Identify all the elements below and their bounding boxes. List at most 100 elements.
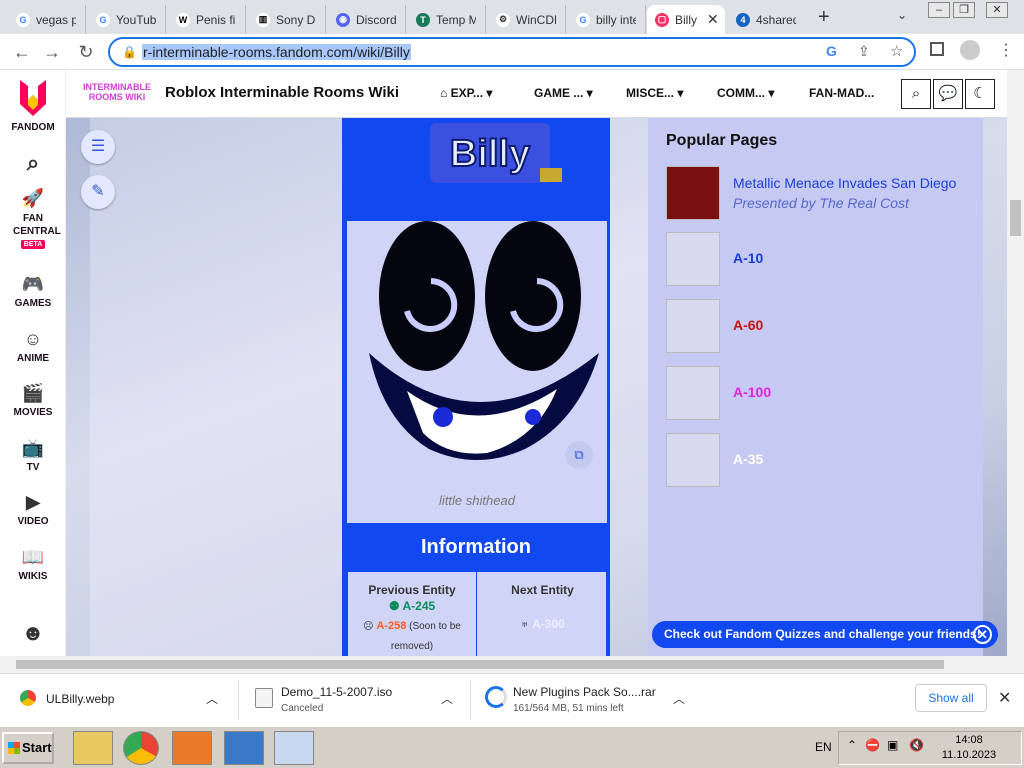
expand-image-icon[interactable]: ⧉ bbox=[565, 441, 593, 469]
fandom-home[interactable]: FANDOM bbox=[0, 78, 66, 133]
reload-icon[interactable]: ↻ bbox=[76, 42, 96, 63]
popular-item-title[interactable]: A-100 bbox=[733, 384, 771, 400]
download-item[interactable]: ULBilly.webp ︿ bbox=[4, 680, 234, 720]
tab-youtube[interactable]: G YouTub bbox=[88, 5, 166, 34]
profile-avatar[interactable] bbox=[960, 40, 980, 60]
nav-game[interactable]: GAME ... ▾ bbox=[534, 86, 593, 100]
next-entity-link[interactable]: ♅ A-300 bbox=[478, 617, 607, 631]
horizontal-scrollbar[interactable] bbox=[0, 656, 1024, 673]
close-window-button[interactable]: ✕ bbox=[986, 2, 1008, 18]
popular-item-title[interactable]: A-10 bbox=[733, 250, 763, 266]
popular-item-title[interactable]: Metallic Menace Invades San Diego bbox=[733, 175, 956, 191]
scroll-thumb[interactable] bbox=[1010, 200, 1021, 236]
tab-wincde[interactable]: ⚙ WinCDE bbox=[488, 5, 566, 34]
wiki-search-button[interactable]: ⌕ bbox=[901, 79, 931, 109]
edit-button[interactable]: ✎ bbox=[81, 175, 115, 209]
language-indicator[interactable]: EN bbox=[815, 740, 832, 754]
rail-tv[interactable]: 📺 TV bbox=[0, 438, 66, 473]
popular-item-subtitle: Presented by The Real Cost bbox=[733, 195, 909, 211]
new-tab-button[interactable]: + bbox=[818, 6, 830, 29]
popular-pages: Popular Pages Metallic Menace Invades Sa… bbox=[666, 132, 976, 487]
wiki-title[interactable]: Roblox Interminable Rooms Wiki bbox=[165, 84, 399, 101]
tray-expand-icon[interactable]: ⌃ bbox=[847, 738, 857, 752]
download-item[interactable]: Demo_11-5-2007.iso Canceled ︿ bbox=[238, 680, 468, 720]
toc-button[interactable]: ☰ bbox=[81, 130, 115, 164]
chrome-taskbar-icon[interactable] bbox=[123, 731, 159, 765]
video-label: VIDEO bbox=[17, 516, 49, 527]
rail-fan-central[interactable]: 🚀 FAN CENTRAL BETA bbox=[0, 188, 66, 249]
tab-vegas[interactable]: Gvegas p bbox=[8, 5, 86, 34]
clock-date[interactable]: 11.10.2023 bbox=[937, 749, 1001, 761]
close-downloads-icon[interactable]: ✕ bbox=[998, 688, 1011, 708]
tab-discord[interactable]: ◉ Discord bbox=[328, 5, 406, 34]
quiz-banner[interactable]: Check out Fandom Quizzes and challenge y… bbox=[652, 621, 998, 648]
download-item[interactable]: New Plugins Pack So....rar 161/564 MB, 5… bbox=[470, 680, 700, 720]
page-body: ☰ ✎ Billy ⧉ little shithead Information … bbox=[66, 118, 1007, 656]
share-icon[interactable]: ⇪ bbox=[858, 43, 870, 60]
tab-wikipedia[interactable]: W Penis fi bbox=[168, 5, 246, 34]
menu-kebab-icon[interactable]: ⋮ bbox=[998, 40, 1014, 60]
tab-sony[interactable]: ▥ Sony De bbox=[248, 5, 326, 34]
pencil-icon: ✎ bbox=[91, 183, 105, 200]
entity-image[interactable]: ⧉ little shithead bbox=[347, 221, 607, 523]
tab-billy-search[interactable]: Gbilly inte bbox=[568, 5, 646, 34]
rail-account[interactable]: ☻ bbox=[0, 620, 66, 649]
download-name: Demo_11-5-2007.iso bbox=[281, 685, 393, 699]
tab-billy-active[interactable]: ▢ Billy ✕ bbox=[647, 5, 725, 34]
rail-movies[interactable]: 🎬 MOVIES bbox=[0, 383, 66, 418]
movies-label: MOVIES bbox=[13, 407, 53, 418]
rail-search[interactable]: ⌕ bbox=[0, 150, 66, 179]
nav-explore[interactable]: ⌂ EXP... ▾ bbox=[440, 86, 492, 100]
google-lens-icon[interactable]: G bbox=[826, 43, 837, 59]
wiki-logo[interactable]: INTERMINABLE ROOMS WIKI bbox=[78, 82, 156, 104]
information-heading: Information bbox=[421, 536, 531, 558]
minimize-button[interactable]: – bbox=[928, 2, 950, 18]
entity-name: A-245 bbox=[402, 599, 436, 613]
close-tab-icon[interactable]: ✕ bbox=[707, 11, 719, 28]
forward-arrow-icon[interactable]: → bbox=[42, 42, 62, 63]
nav-community[interactable]: COMM... ▾ bbox=[717, 86, 774, 100]
back-arrow-icon[interactable]: ← bbox=[12, 42, 32, 63]
network-icon[interactable]: ▣ bbox=[887, 738, 898, 752]
chevron-up-icon[interactable]: ︿ bbox=[673, 690, 685, 707]
address-bar[interactable]: 🔒 r-interminable-rooms.fandom.com/wiki/B… bbox=[108, 37, 916, 67]
chevron-up-icon[interactable]: ︿ bbox=[206, 690, 218, 707]
tray-icon[interactable]: ⛔ bbox=[865, 738, 880, 752]
rail-anime[interactable]: ☺ ANIME bbox=[0, 329, 66, 364]
previous-entity-cell: Previous Entity ⚉ A-245 ☹ A-258 (Soon to… bbox=[348, 572, 477, 656]
rail-wikis[interactable]: 📖 WIKIS bbox=[0, 547, 66, 582]
show-all-button[interactable]: Show all bbox=[915, 684, 987, 712]
downloads-bar: ULBilly.webp ︿ Demo_11-5-2007.iso Cancel… bbox=[0, 673, 1024, 725]
scroll-thumb[interactable] bbox=[16, 660, 944, 669]
vertical-scrollbar[interactable] bbox=[1007, 70, 1024, 656]
tab-search-icon[interactable]: ⌄ bbox=[897, 8, 907, 22]
url-text[interactable]: r-interminable-rooms.fandom.com/wiki/Bil… bbox=[142, 44, 411, 60]
rail-video[interactable]: ▶ VIDEO bbox=[0, 492, 66, 527]
tab-4shared[interactable]: 4 4shared bbox=[728, 5, 806, 34]
theme-toggle-button[interactable]: ☾ bbox=[965, 79, 995, 109]
start-button[interactable]: Start bbox=[2, 732, 54, 764]
volume-muted-icon[interactable]: 🔇 bbox=[909, 738, 924, 752]
tab-temp-mail[interactable]: T Temp M bbox=[408, 5, 486, 34]
window-taskbar-icon[interactable] bbox=[274, 731, 314, 765]
popular-item-title[interactable]: A-35 bbox=[733, 451, 763, 467]
rail-games[interactable]: 🎮 GAMES bbox=[0, 274, 66, 309]
explorer-taskbar-icon[interactable] bbox=[73, 731, 113, 765]
file-icon bbox=[255, 688, 273, 708]
discussions-button[interactable]: 💬 bbox=[933, 79, 963, 109]
popular-item-title[interactable]: A-60 bbox=[733, 317, 763, 333]
side-panel-icon[interactable] bbox=[930, 42, 944, 56]
previous-entity-link[interactable]: ⚉ A-245 bbox=[348, 599, 476, 613]
entity-link[interactable]: A-258 bbox=[376, 620, 406, 632]
maximize-button[interactable]: ❐ bbox=[953, 2, 975, 18]
nav-misc[interactable]: MISCE... ▾ bbox=[626, 86, 683, 100]
bookmark-star-icon[interactable]: ☆ bbox=[890, 42, 903, 60]
chevron-up-icon[interactable]: ︿ bbox=[441, 690, 453, 707]
anime-icon: ☺ bbox=[23, 329, 43, 349]
close-icon[interactable]: ✕ bbox=[973, 625, 992, 644]
download-status: Canceled bbox=[281, 703, 324, 714]
control-panel-taskbar-icon[interactable] bbox=[224, 731, 264, 765]
clock-time[interactable]: 14:08 bbox=[941, 734, 997, 746]
nav-fan-made[interactable]: FAN-MAD... bbox=[809, 86, 874, 100]
vegas-taskbar-icon[interactable] bbox=[172, 731, 212, 765]
